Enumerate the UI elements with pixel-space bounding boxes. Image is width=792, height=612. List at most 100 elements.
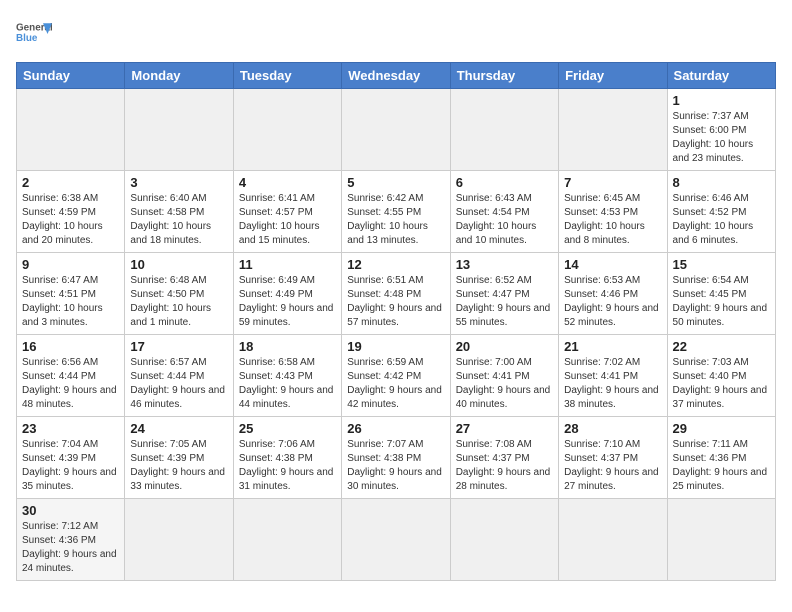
day-number: 21	[564, 339, 661, 354]
day-info: Sunrise: 7:06 AM Sunset: 4:38 PM Dayligh…	[239, 438, 336, 494]
day-info: Sunrise: 7:02 AM Sunset: 4:41 PM Dayligh…	[564, 356, 661, 412]
calendar-cell: 25Sunrise: 7:06 AM Sunset: 4:38 PM Dayli…	[233, 417, 341, 499]
day-info: Sunrise: 6:46 AM Sunset: 4:52 PM Dayligh…	[673, 192, 770, 248]
logo: General Blue	[16, 16, 52, 52]
day-number: 28	[564, 421, 661, 436]
calendar-cell: 12Sunrise: 6:51 AM Sunset: 4:48 PM Dayli…	[342, 253, 450, 335]
day-number: 17	[130, 339, 227, 354]
calendar-cell: 7Sunrise: 6:45 AM Sunset: 4:53 PM Daylig…	[559, 171, 667, 253]
column-header-thursday: Thursday	[450, 63, 558, 89]
day-info: Sunrise: 6:41 AM Sunset: 4:57 PM Dayligh…	[239, 192, 336, 248]
day-number: 14	[564, 257, 661, 272]
day-info: Sunrise: 7:11 AM Sunset: 4:36 PM Dayligh…	[673, 438, 770, 494]
day-info: Sunrise: 7:07 AM Sunset: 4:38 PM Dayligh…	[347, 438, 444, 494]
calendar-cell: 29 Sunrise: 7:11 AM Sunset: 4:36 PM Dayli…	[667, 417, 775, 499]
day-number: 29	[673, 421, 770, 436]
calendar-cell: 11Sunrise: 6:49 AM Sunset: 4:49 PM Dayli…	[233, 253, 341, 335]
calendar-cell: 24 Sunrise: 7:05 AM Sunset: 4:39 PM Dayli…	[125, 417, 233, 499]
day-info: Sunrise: 6:51 AM Sunset: 4:48 PM Dayligh…	[347, 274, 444, 330]
calendar-cell: 8Sunrise: 6:46 AM Sunset: 4:52 PM Daylig…	[667, 171, 775, 253]
calendar-cell: 14 Sunrise: 6:53 AM Sunset: 4:46 PM Dayli…	[559, 253, 667, 335]
day-info: Sunrise: 6:53 AM Sunset: 4:46 PM Dayligh…	[564, 274, 661, 330]
day-info: Sunrise: 6:43 AM Sunset: 4:54 PM Dayligh…	[456, 192, 553, 248]
calendar-week-row: 30 Sunrise: 7:12 AM Sunset: 4:36 PM Dayli…	[17, 499, 776, 581]
calendar-cell	[125, 89, 233, 171]
day-info: Sunrise: 7:03 AM Sunset: 4:40 PM Dayligh…	[673, 356, 770, 412]
day-number: 3	[130, 175, 227, 190]
day-number: 22	[673, 339, 770, 354]
calendar-cell: 13 Sunrise: 6:52 AM Sunset: 4:47 PM Dayli…	[450, 253, 558, 335]
calendar-cell: 4 Sunrise: 6:41 AM Sunset: 4:57 PM Daylig…	[233, 171, 341, 253]
column-header-tuesday: Tuesday	[233, 63, 341, 89]
calendar-cell: 27Sunrise: 7:08 AM Sunset: 4:37 PM Dayli…	[450, 417, 558, 499]
calendar-week-row: 9 Sunrise: 6:47 AM Sunset: 4:51 PM Daylig…	[17, 253, 776, 335]
calendar-cell	[17, 89, 125, 171]
day-info: Sunrise: 6:47 AM Sunset: 4:51 PM Dayligh…	[22, 274, 119, 330]
calendar-cell: 22 Sunrise: 7:03 AM Sunset: 4:40 PM Dayli…	[667, 335, 775, 417]
calendar-cell: 20 Sunrise: 7:00 AM Sunset: 4:41 PM Dayli…	[450, 335, 558, 417]
calendar-cell: 30 Sunrise: 7:12 AM Sunset: 4:36 PM Dayli…	[17, 499, 125, 581]
calendar-cell	[125, 499, 233, 581]
day-info: Sunrise: 6:58 AM Sunset: 4:43 PM Dayligh…	[239, 356, 336, 412]
day-number: 6	[456, 175, 553, 190]
day-info: Sunrise: 6:57 AM Sunset: 4:44 PM Dayligh…	[130, 356, 227, 412]
day-number: 1	[673, 93, 770, 108]
day-number: 9	[22, 257, 119, 272]
calendar-cell	[559, 499, 667, 581]
day-number: 30	[22, 503, 119, 518]
day-number: 11	[239, 257, 336, 272]
day-info: Sunrise: 7:00 AM Sunset: 4:41 PM Dayligh…	[456, 356, 553, 412]
column-header-saturday: Saturday	[667, 63, 775, 89]
calendar-cell	[450, 89, 558, 171]
day-info: Sunrise: 6:52 AM Sunset: 4:47 PM Dayligh…	[456, 274, 553, 330]
day-number: 18	[239, 339, 336, 354]
generalblue-logo-icon: General Blue	[16, 16, 52, 52]
day-number: 5	[347, 175, 444, 190]
column-header-monday: Monday	[125, 63, 233, 89]
day-info: Sunrise: 6:56 AM Sunset: 4:44 PM Dayligh…	[22, 356, 119, 412]
day-number: 24	[130, 421, 227, 436]
day-info: Sunrise: 7:05 AM Sunset: 4:39 PM Dayligh…	[130, 438, 227, 494]
calendar-cell: 5 Sunrise: 6:42 AM Sunset: 4:55 PM Daylig…	[342, 171, 450, 253]
day-number: 13	[456, 257, 553, 272]
calendar-table: SundayMondayTuesdayWednesdayThursdayFrid…	[16, 62, 776, 581]
calendar-cell: 10 Sunrise: 6:48 AM Sunset: 4:50 PM Dayli…	[125, 253, 233, 335]
day-info: Sunrise: 6:42 AM Sunset: 4:55 PM Dayligh…	[347, 192, 444, 248]
calendar-week-row: 16Sunrise: 6:56 AM Sunset: 4:44 PM Dayli…	[17, 335, 776, 417]
day-info: Sunrise: 7:37 AM Sunset: 6:00 PM Dayligh…	[673, 110, 770, 166]
calendar-cell: 16Sunrise: 6:56 AM Sunset: 4:44 PM Dayli…	[17, 335, 125, 417]
day-info: Sunrise: 7:12 AM Sunset: 4:36 PM Dayligh…	[22, 520, 119, 576]
calendar-cell: 17 Sunrise: 6:57 AM Sunset: 4:44 PM Dayli…	[125, 335, 233, 417]
calendar-header-row: SundayMondayTuesdayWednesdayThursdayFrid…	[17, 63, 776, 89]
day-number: 7	[564, 175, 661, 190]
day-number: 26	[347, 421, 444, 436]
calendar-week-row: 23 Sunrise: 7:04 AM Sunset: 4:39 PM Dayli…	[17, 417, 776, 499]
day-info: Sunrise: 7:04 AM Sunset: 4:39 PM Dayligh…	[22, 438, 119, 494]
day-info: Sunrise: 6:38 AM Sunset: 4:59 PM Dayligh…	[22, 192, 119, 248]
day-info: Sunrise: 6:59 AM Sunset: 4:42 PM Dayligh…	[347, 356, 444, 412]
day-number: 4	[239, 175, 336, 190]
calendar-cell: 3 Sunrise: 6:40 AM Sunset: 4:58 PM Daylig…	[125, 171, 233, 253]
calendar-cell	[342, 89, 450, 171]
column-header-wednesday: Wednesday	[342, 63, 450, 89]
calendar-cell: 6 Sunrise: 6:43 AM Sunset: 4:54 PM Daylig…	[450, 171, 558, 253]
day-number: 10	[130, 257, 227, 272]
day-info: Sunrise: 7:10 AM Sunset: 4:37 PM Dayligh…	[564, 438, 661, 494]
calendar-cell: 21 Sunrise: 7:02 AM Sunset: 4:41 PM Dayli…	[559, 335, 667, 417]
day-info: Sunrise: 6:48 AM Sunset: 4:50 PM Dayligh…	[130, 274, 227, 330]
day-number: 20	[456, 339, 553, 354]
calendar-cell	[233, 89, 341, 171]
calendar-cell: 26 Sunrise: 7:07 AM Sunset: 4:38 PM Dayli…	[342, 417, 450, 499]
calendar-cell	[342, 499, 450, 581]
day-info: Sunrise: 6:40 AM Sunset: 4:58 PM Dayligh…	[130, 192, 227, 248]
day-number: 2	[22, 175, 119, 190]
calendar-cell: 19Sunrise: 6:59 AM Sunset: 4:42 PM Dayli…	[342, 335, 450, 417]
page-header: General Blue	[16, 16, 776, 52]
calendar-cell	[559, 89, 667, 171]
calendar-week-row: 2 Sunrise: 6:38 AM Sunset: 4:59 PM Daylig…	[17, 171, 776, 253]
day-number: 23	[22, 421, 119, 436]
calendar-cell: 2 Sunrise: 6:38 AM Sunset: 4:59 PM Daylig…	[17, 171, 125, 253]
column-header-sunday: Sunday	[17, 63, 125, 89]
calendar-cell: 9 Sunrise: 6:47 AM Sunset: 4:51 PM Daylig…	[17, 253, 125, 335]
day-number: 15	[673, 257, 770, 272]
